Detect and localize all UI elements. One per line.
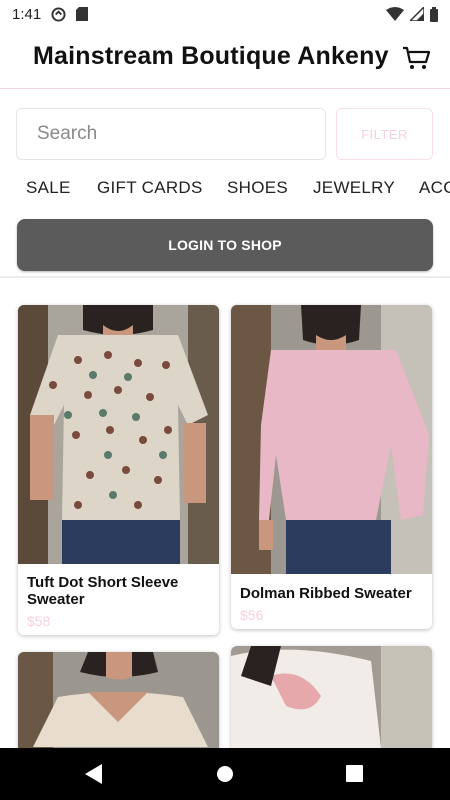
product-price: $56 [240, 607, 264, 623]
category-shoes[interactable]: SHOES [227, 178, 288, 198]
product-price: $58 [27, 613, 51, 629]
search-row: Search FILTER [16, 108, 433, 160]
category-sale[interactable]: SALE [26, 178, 71, 198]
sd-card-icon [76, 7, 89, 21]
home-icon[interactable] [216, 765, 234, 783]
sync-icon [51, 6, 66, 22]
divider [0, 276, 450, 278]
filter-button[interactable]: FILTER [336, 108, 433, 160]
search-input[interactable]: Search [16, 108, 326, 160]
product-image[interactable] [18, 305, 219, 564]
signal-icon [410, 7, 424, 21]
wifi-icon [386, 7, 404, 21]
product-image[interactable] [231, 305, 432, 574]
category-nav: SALE GIFT CARDS SHOES JEWELRY ACC [0, 172, 450, 206]
product-card[interactable]: Tuft Dot Short Sleeve Sweater $58 [18, 305, 219, 635]
recents-icon[interactable] [346, 765, 363, 782]
product-image[interactable] [231, 646, 432, 748]
system-nav-bar [0, 748, 450, 800]
status-right [386, 6, 438, 22]
category-acc[interactable]: ACC [419, 178, 450, 198]
store-title: Mainstream Boutique Ankeny [33, 42, 389, 70]
category-jewelry[interactable]: JEWELRY [313, 178, 395, 198]
back-icon[interactable] [85, 764, 103, 784]
status-bar: 1:41 [0, 0, 450, 28]
login-to-shop-button[interactable]: LOGIN TO SHOP [17, 219, 433, 271]
product-name: Tuft Dot Short Sleeve Sweater [27, 574, 179, 608]
app-header: Mainstream Boutique Ankeny [0, 28, 450, 89]
battery-icon [430, 6, 438, 22]
product-card[interactable]: Dolman Ribbed Sweater $56 [231, 305, 432, 629]
product-image[interactable] [18, 652, 219, 748]
category-gift-cards[interactable]: GIFT CARDS [97, 178, 203, 198]
status-time: 1:41 [12, 5, 42, 23]
cart-icon[interactable] [401, 45, 431, 71]
status-left: 1:41 [12, 5, 89, 23]
product-name: Dolman Ribbed Sweater [240, 585, 412, 602]
